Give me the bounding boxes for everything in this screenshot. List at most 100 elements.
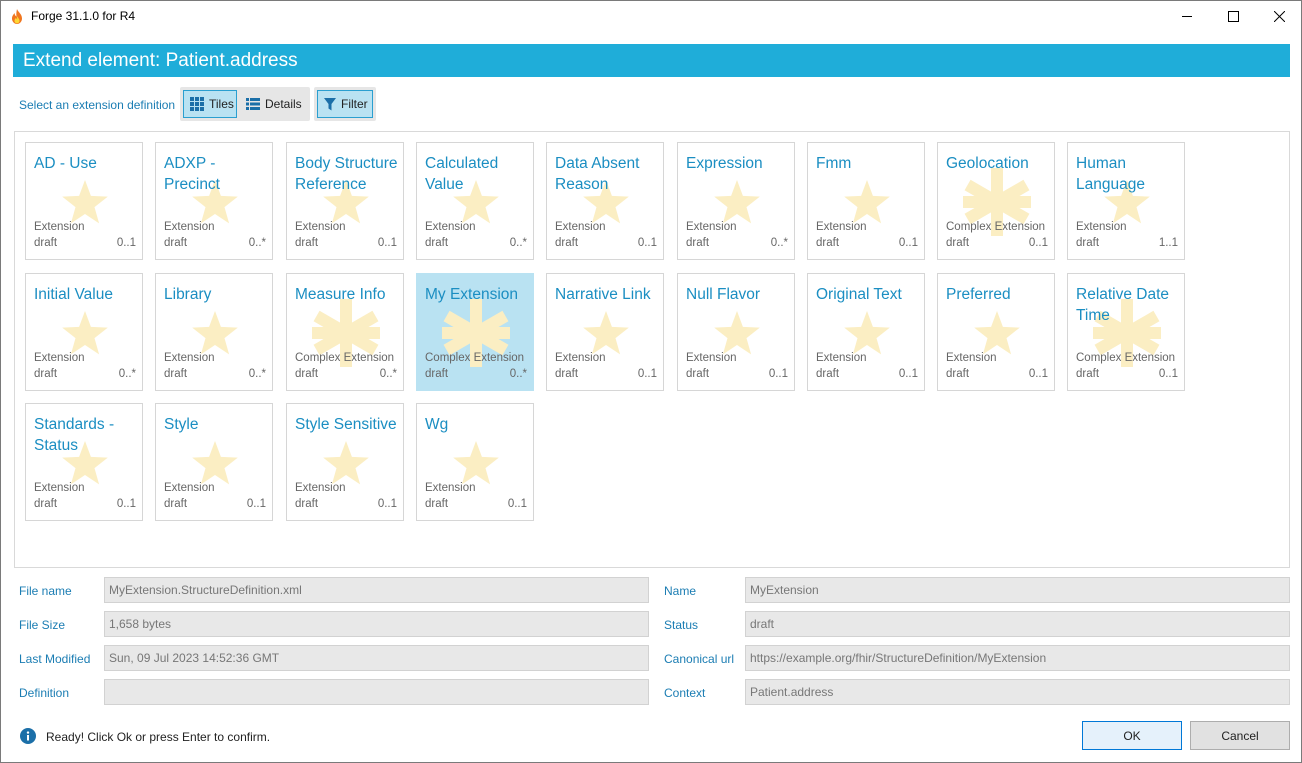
tile-cardinality: 0..* [509, 368, 527, 380]
extension-tile[interactable]: Preferred Extension draft 0..1 [937, 273, 1055, 391]
tile-status: draft [295, 237, 319, 249]
extension-tile[interactable]: Human Language Extension draft 1..1 [1067, 142, 1185, 260]
tile-status: draft [686, 237, 710, 249]
tile-name: AD - Use [34, 155, 97, 172]
tile-status: draft [946, 368, 970, 380]
last-modified-field[interactable]: Sun, 09 Jul 2023 14:52:36 GMT [104, 645, 649, 671]
extension-tile[interactable]: Data Absent Reason Extension draft 0..1 [546, 142, 664, 260]
extension-tile[interactable]: Style Sensitive Extension draft 0..1 [286, 403, 404, 521]
tile-cardinality: 0..1 [898, 237, 918, 249]
tile-cardinality: 1..1 [1158, 237, 1178, 249]
tile-type: Extension [555, 221, 606, 233]
tile-cardinality: 0..1 [116, 237, 136, 249]
tile-name: My Extension [425, 286, 519, 303]
flame-icon [12, 9, 22, 24]
filter-group: Filter [314, 87, 376, 121]
tiles-view-button[interactable]: Tiles [183, 90, 237, 118]
tile-status: draft [425, 237, 449, 249]
name-field[interactable]: MyExtension [745, 577, 1290, 603]
cancel-button[interactable]: Cancel [1190, 721, 1290, 750]
tile-name: Human Language [1076, 155, 1145, 193]
list-icon [246, 98, 260, 110]
context-field[interactable]: Patient.address [745, 679, 1290, 705]
tile-name: Expression [686, 155, 763, 172]
extension-tile[interactable]: Narrative Link Extension draft 0..1 [546, 273, 664, 391]
tile-status: draft [425, 368, 449, 380]
extension-tiles-panel: AD - Use Extension draft 0..1 ADXP - Precinc… [14, 131, 1290, 568]
details-view-button[interactable]: Details [240, 90, 308, 118]
tile-status: draft [555, 237, 579, 249]
extension-tile[interactable]: Fmm Extension draft 0..1 [807, 142, 925, 260]
extension-tile[interactable]: Initial Value Extension draft 0..* [25, 273, 143, 391]
tile-status: draft [686, 368, 710, 380]
tile-cardinality: 0..1 [116, 498, 136, 510]
extension-tile[interactable]: Relative Date Time Complex Extension draft… [1067, 273, 1185, 391]
canonical-url-field[interactable]: https://example.org/fhir/StructureDefini… [745, 645, 1290, 671]
extension-tile[interactable]: Calculated Value Extension draft 0..* [416, 142, 534, 260]
filter-button[interactable]: Filter [317, 90, 373, 118]
grid-icon [190, 97, 204, 111]
status-field[interactable]: draft [745, 611, 1290, 637]
extension-tile[interactable]: ADXP - Precinct Extension draft 0..* [155, 142, 273, 260]
extension-tile[interactable]: AD - Use Extension draft 0..1 [25, 142, 143, 260]
tile-name: Style [164, 416, 199, 433]
definition-field[interactable] [104, 679, 649, 705]
tile-type: Extension [34, 352, 85, 364]
extension-tile[interactable]: Null Flavor Extension draft 0..1 [677, 273, 795, 391]
filter-label: Filter [341, 97, 368, 111]
close-button[interactable] [1256, 1, 1302, 32]
tile-name: Standards - Status [34, 416, 115, 454]
tile-status: draft [816, 368, 840, 380]
forge-dialog-window: Forge 31.1.0 for R4 Extend element: Pati… [0, 0, 1302, 763]
status-message: Ready! Click Ok or press Enter to confir… [46, 730, 271, 744]
tile-cardinality: 0..1 [1158, 368, 1178, 380]
extension-tile[interactable]: Style Extension draft 0..1 [155, 403, 273, 521]
tile-name: Body Structure Reference [295, 155, 398, 193]
tile-status: draft [425, 498, 449, 510]
view-mode-group: Tiles Details [180, 87, 310, 121]
tile-status: draft [34, 237, 58, 249]
tile-status: draft [295, 498, 319, 510]
extension-tile[interactable]: Expression Extension draft 0..* [677, 142, 795, 260]
tile-name: ADXP - Precinct [164, 155, 220, 193]
tile-name: Library [164, 286, 212, 303]
tile-name: Original Text [816, 286, 902, 303]
extension-tile[interactable]: Geolocation Complex Extension draft 0..1 [937, 142, 1055, 260]
tile-name: Null Flavor [686, 286, 761, 303]
tile-name: Calculated Value [425, 155, 499, 193]
tile-type: Extension [816, 221, 867, 233]
tile-status: draft [946, 237, 970, 249]
extension-tile[interactable]: Measure Info Complex Extension draft 0..* [286, 273, 404, 391]
file-name-field[interactable]: MyExtension.StructureDefinition.xml [104, 577, 649, 603]
ok-button[interactable]: OK [1082, 721, 1182, 750]
tile-status: draft [555, 368, 579, 380]
tile-name: Fmm [816, 155, 852, 172]
tile-name: Wg [425, 416, 449, 433]
dialog-heading: Extend element: Patient.address [13, 44, 1290, 77]
tile-status: draft [164, 237, 188, 249]
tile-cardinality: 0..1 [768, 368, 788, 380]
tile-status: draft [1076, 368, 1100, 380]
tile-type: Extension [164, 482, 215, 494]
tile-cardinality: 0..1 [1028, 237, 1048, 249]
tile-type: Extension [164, 352, 215, 364]
file-size-field[interactable]: 1,658 bytes [104, 611, 649, 637]
tile-cardinality: 0..* [770, 237, 788, 249]
tile-name: Measure Info [295, 286, 386, 303]
extension-tile[interactable]: My Extension Complex Extension draft 0..* [416, 273, 534, 391]
maximize-icon [1227, 11, 1239, 22]
tile-type: Extension [946, 352, 997, 364]
extension-tile[interactable]: Body Structure Reference Extension draft 0.… [286, 142, 404, 260]
tile-type: Complex Extension [295, 352, 395, 364]
extension-tile[interactable]: Library Extension draft 0..* [155, 273, 273, 391]
tile-type: Extension [425, 221, 476, 233]
maximize-button[interactable] [1210, 1, 1256, 32]
extension-tile[interactable]: Standards - Status Extension draft 0..1 [25, 403, 143, 521]
file-size-label: File Size [19, 618, 66, 632]
window-title: Forge 31.1.0 for R4 [31, 9, 136, 23]
select-extension-label: Select an extension definition [19, 98, 176, 112]
minimize-button[interactable] [1164, 1, 1210, 32]
extension-tile[interactable]: Wg Extension draft 0..1 [416, 403, 534, 521]
title-bar[interactable]: Forge 31.1.0 for R4 [1, 1, 1301, 32]
extension-tile[interactable]: Original Text Extension draft 0..1 [807, 273, 925, 391]
